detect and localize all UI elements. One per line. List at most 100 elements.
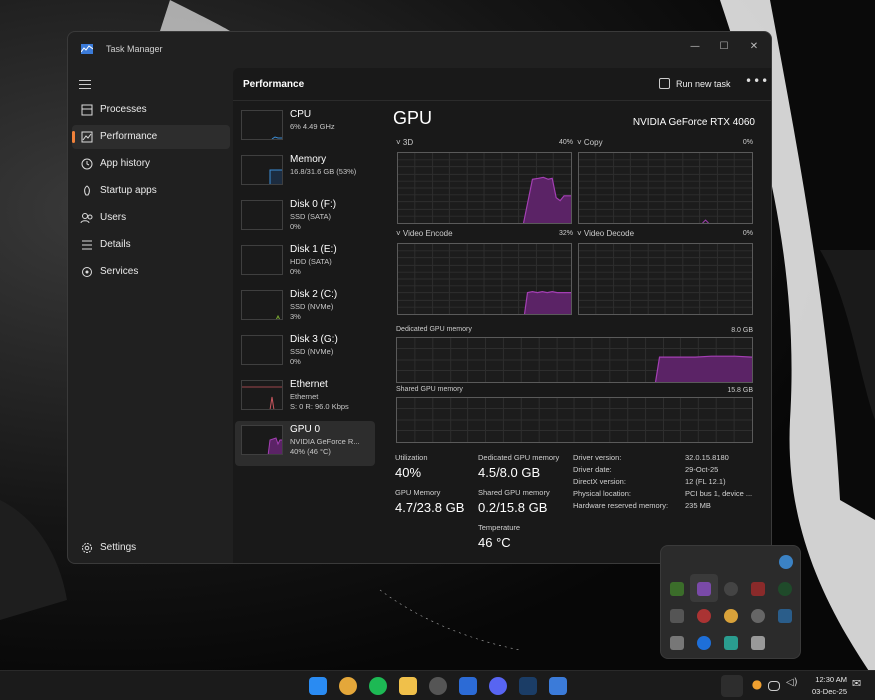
- engine-label-video-decode[interactable]: ˅ Video Decode: [577, 229, 634, 238]
- settings-button[interactable]: Settings: [72, 536, 230, 560]
- device-item-memory[interactable]: Memory 16.8/31.6 GB (53%): [235, 151, 375, 196]
- sidebar-item-performance[interactable]: Performance: [72, 125, 230, 149]
- tray-app-icon[interactable]: [779, 555, 793, 569]
- device-stat: SSD (NVMe): [290, 302, 334, 311]
- notification-icon[interactable]: ✉: [852, 677, 870, 695]
- sidebar-item-users[interactable]: Users: [72, 206, 230, 230]
- sidebar-item-services[interactable]: Services: [72, 260, 230, 284]
- device-stat: 0%: [290, 357, 301, 366]
- device-item-disk-0[interactable]: Disk 0 (F:) SSD (SATA) 0%: [235, 196, 375, 241]
- task-manager-icon[interactable]: [549, 677, 567, 695]
- device-item-cpu[interactable]: CPU 6% 4.49 GHz: [235, 106, 375, 151]
- tray-app-icon[interactable]: [724, 582, 738, 596]
- utilization-value: 40%: [395, 465, 422, 480]
- device-item-gpu-0[interactable]: GPU 0 NVIDIA GeForce R... 40% (46 °C): [235, 421, 375, 466]
- device-name: Disk 3 (G:): [290, 334, 338, 345]
- info-key: DirectX version:: [573, 477, 626, 486]
- bluetooth-icon[interactable]: [697, 636, 711, 650]
- minimize-button[interactable]: —: [682, 38, 708, 56]
- steam-icon[interactable]: [778, 609, 792, 623]
- start-icon[interactable]: [309, 677, 327, 695]
- sidebar-item-details[interactable]: Details: [72, 233, 230, 257]
- chrome-icon[interactable]: [339, 677, 357, 695]
- info-value: PCI bus 1, device ...: [685, 489, 753, 498]
- device-name: Disk 1 (E:): [290, 244, 337, 255]
- chrome-icon[interactable]: [724, 609, 738, 623]
- tray-app-icon[interactable]: [697, 609, 711, 623]
- performance-icon: [81, 131, 93, 143]
- sidebar-item-label: Performance: [100, 131, 158, 142]
- device-stat: Ethernet: [290, 392, 319, 401]
- shield-icon[interactable]: [751, 582, 765, 596]
- graph-copy: [578, 152, 753, 224]
- close-button[interactable]: ✕: [741, 38, 767, 56]
- nvidia-icon[interactable]: [670, 582, 684, 596]
- sidebar-item-app-history[interactable]: App history: [72, 152, 230, 176]
- tray-app-icon[interactable]: [751, 609, 765, 623]
- device-thumbnail: [241, 110, 283, 140]
- settings-label: Settings: [100, 542, 137, 553]
- title-bar[interactable]: Task Manager — ☐ ✕: [68, 32, 771, 68]
- sidebar-item-startup-apps[interactable]: Startup apps: [72, 179, 230, 203]
- device-thumbnail: [241, 425, 283, 455]
- maximize-button[interactable]: ☐: [711, 38, 737, 56]
- more-options-button[interactable]: •••: [745, 74, 769, 88]
- device-item-disk-1[interactable]: Disk 1 (E:) HDD (SATA) 0%: [235, 241, 375, 286]
- obs-icon[interactable]: [429, 677, 447, 695]
- device-name: Disk 0 (F:): [290, 199, 337, 210]
- device-thumbnail: [241, 155, 283, 185]
- services-icon: [82, 267, 92, 277]
- device-stat: NVIDIA GeForce R...: [290, 437, 360, 446]
- graph-3d: [397, 152, 572, 224]
- clock-time: 12:30 AM: [815, 675, 847, 684]
- usb-icon[interactable]: [751, 636, 765, 650]
- run-task-icon: [659, 78, 670, 89]
- hamburger-menu-icon[interactable]: [79, 80, 91, 90]
- shared-stat-label: Shared GPU memory: [478, 488, 550, 497]
- device-name: Memory: [290, 154, 327, 165]
- tray-overflow-flyout: [660, 545, 801, 659]
- microphone-icon[interactable]: ●: [748, 677, 766, 695]
- app-icon[interactable]: [459, 677, 477, 695]
- steam-icon[interactable]: [519, 677, 537, 695]
- device-stat: 0%: [290, 222, 301, 231]
- chevron-up-icon[interactable]: [721, 675, 743, 697]
- engine-label-video-encode[interactable]: ˅ Video Encode: [396, 229, 453, 238]
- volume-icon[interactable]: ◁): [786, 677, 804, 695]
- startup-icon: [84, 185, 90, 196]
- device-name: GPU 0: [290, 424, 321, 435]
- clock-date: 03-Dec-25: [811, 687, 847, 696]
- file-explorer-icon[interactable]: [399, 677, 417, 695]
- engine-label-copy[interactable]: ˅ Copy: [577, 138, 603, 147]
- info-key: Driver version:: [573, 453, 622, 462]
- security-icon[interactable]: [724, 636, 738, 650]
- device-stat: SSD (NVMe): [290, 347, 334, 356]
- tray-app-icon[interactable]: [670, 609, 684, 623]
- info-key: Physical location:: [573, 489, 631, 498]
- spotify-icon[interactable]: [369, 677, 387, 695]
- feather-icon[interactable]: [697, 582, 711, 596]
- device-thumbnail: [241, 335, 283, 365]
- device-stat: HDD (SATA): [290, 257, 332, 266]
- gear-icon: [82, 543, 92, 553]
- discord-icon[interactable]: [489, 677, 507, 695]
- device-item-ethernet[interactable]: Ethernet Ethernet S: 0 R: 96.0 Kbps: [235, 376, 375, 421]
- info-value: 32.0.15.8180: [685, 453, 729, 462]
- engine-label-3d[interactable]: ˅ 3D: [396, 138, 413, 147]
- device-stat: 3%: [290, 312, 301, 321]
- tray-app-icon[interactable]: [778, 582, 792, 596]
- shared-memory-max: 15.8 GB: [727, 387, 753, 394]
- dedicated-memory-label: Dedicated GPU memory: [396, 326, 472, 333]
- device-name: Ethernet: [290, 379, 328, 390]
- network-icon[interactable]: [768, 681, 780, 691]
- device-thumbnail: [241, 200, 283, 230]
- info-key: Driver date:: [573, 465, 612, 474]
- device-item-disk-3[interactable]: Disk 3 (G:) SSD (NVMe) 0%: [235, 331, 375, 376]
- device-item-disk-2[interactable]: Disk 2 (C:) SSD (NVMe) 3%: [235, 286, 375, 331]
- sidebar-item-label: Services: [100, 266, 139, 277]
- sidebar-item-processes[interactable]: Processes: [72, 98, 230, 122]
- page-header: Performance Run new task •••: [233, 68, 771, 101]
- clock[interactable]: 12:30 AM 03-Dec-25: [805, 674, 847, 698]
- tray-app-icon[interactable]: [670, 636, 684, 650]
- gpu-model-name: NVIDIA GeForce RTX 4060: [632, 117, 755, 128]
